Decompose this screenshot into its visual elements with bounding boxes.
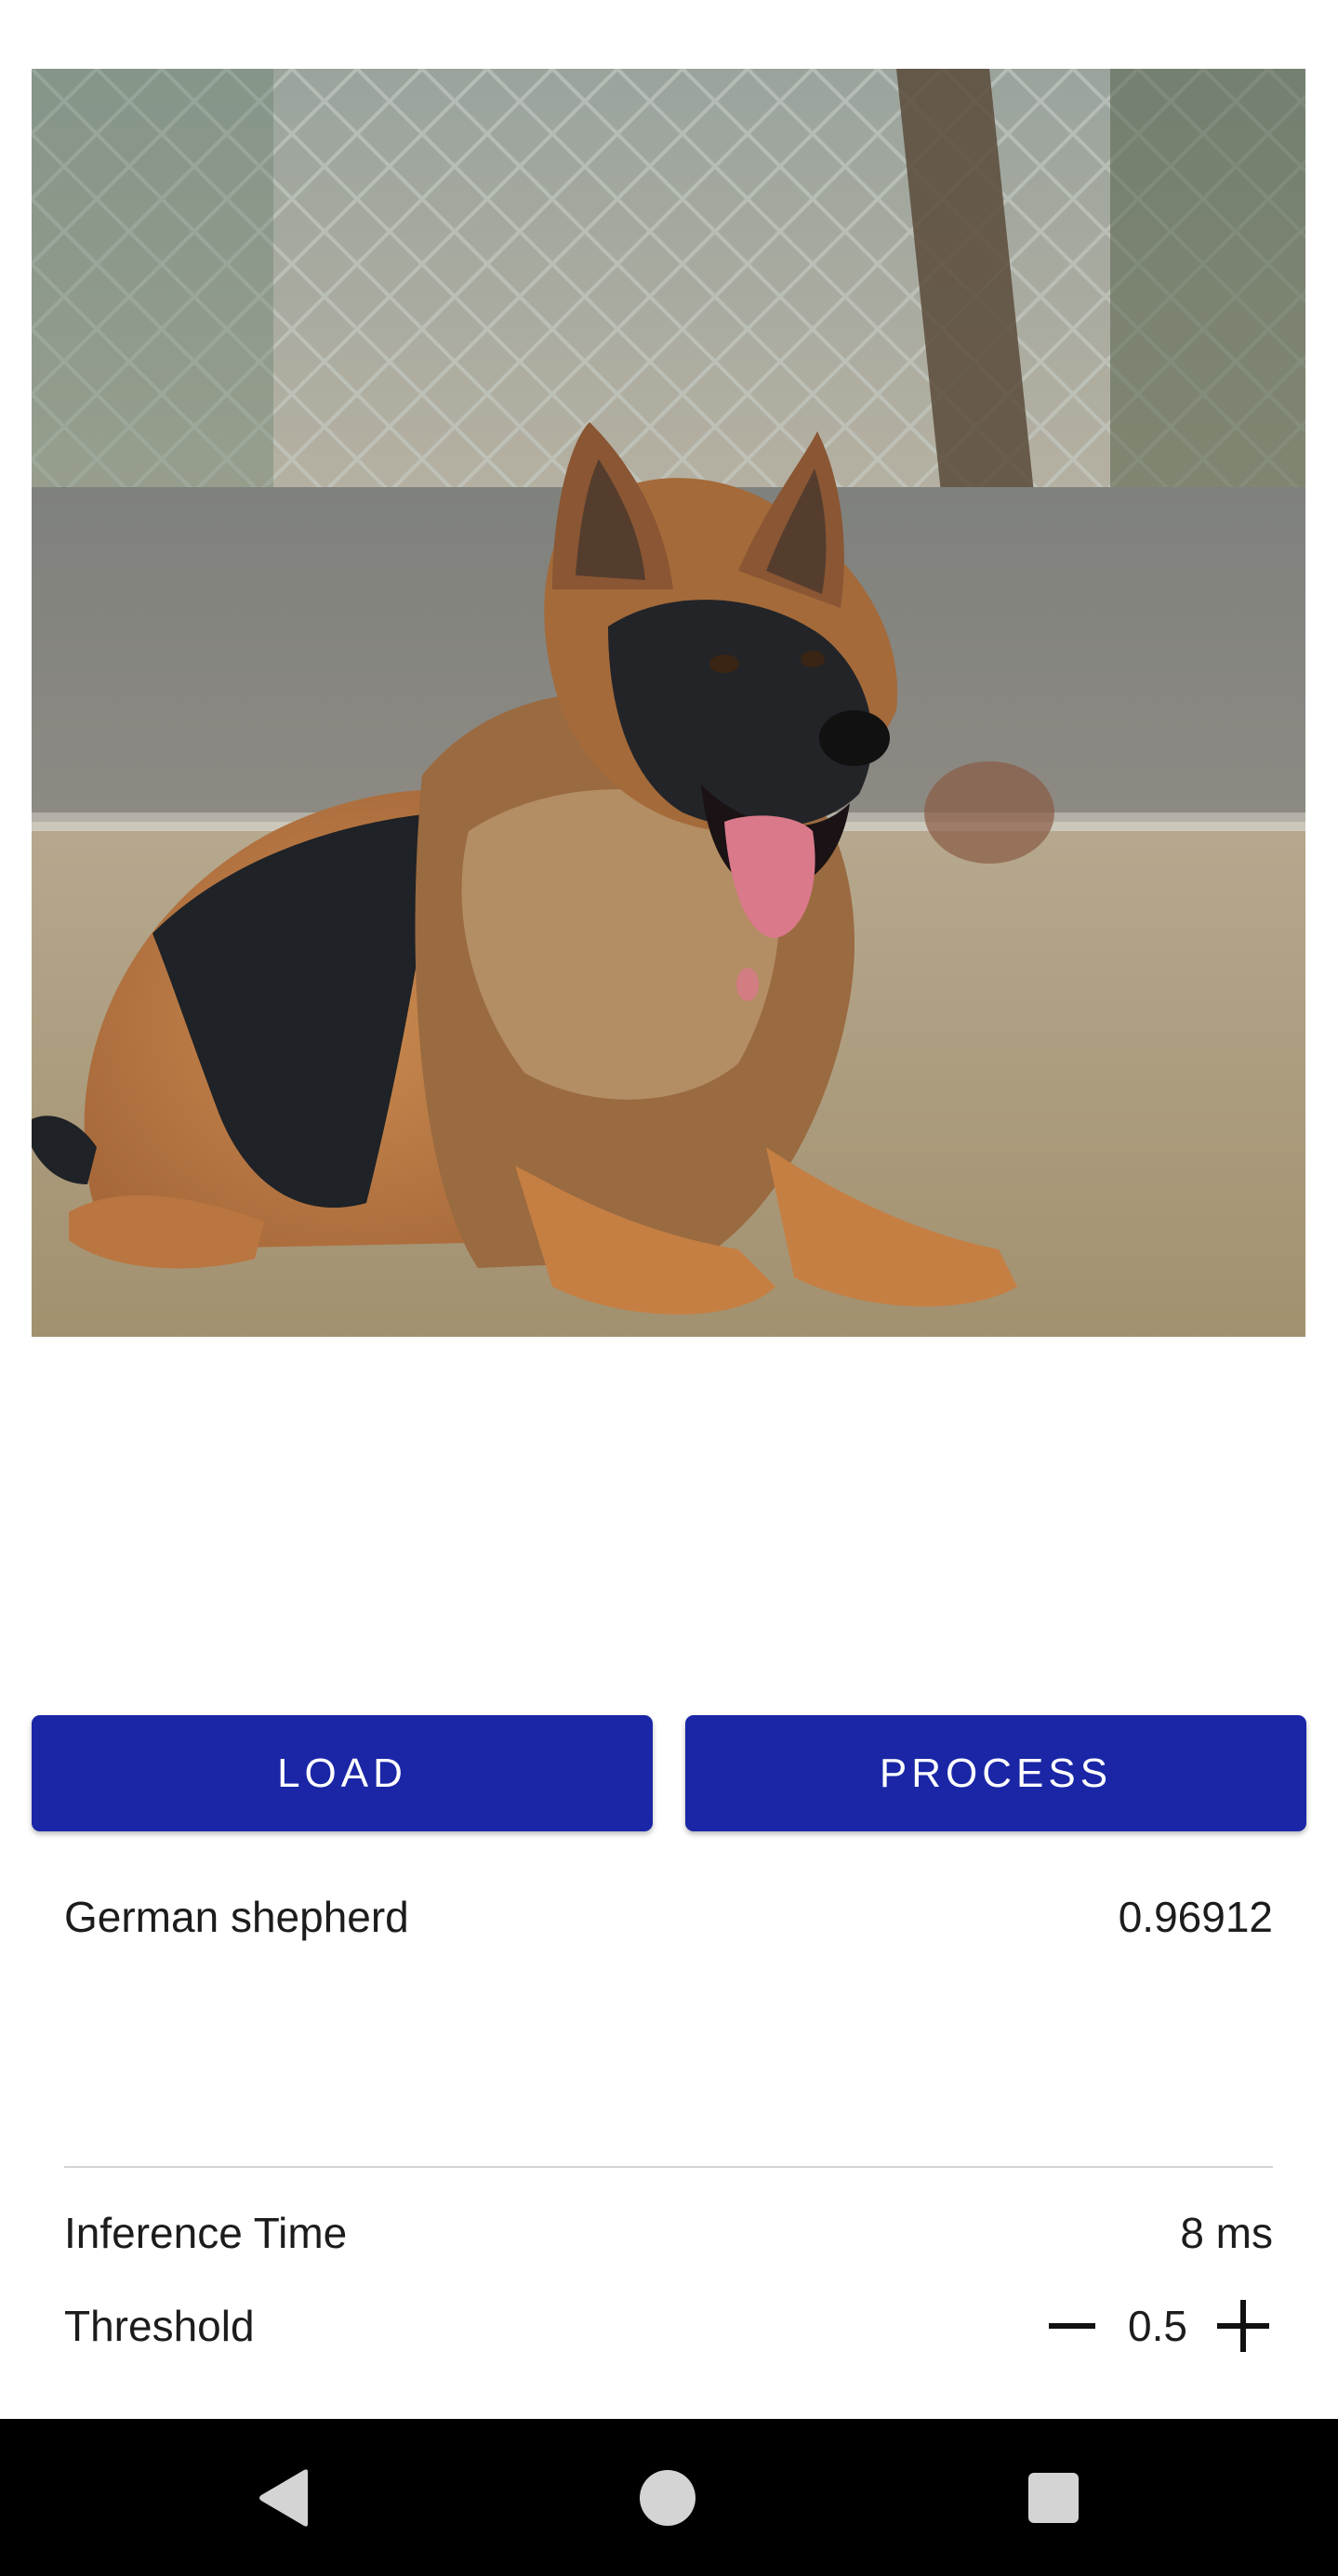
threshold-row: Threshold 0.5 [64, 2296, 1273, 2356]
nav-recents-button[interactable] [1012, 2456, 1095, 2540]
nav-back-button[interactable] [242, 2456, 325, 2540]
threshold-increase-button[interactable] [1213, 2296, 1273, 2356]
result-row: German shepherd 0.96912 [64, 1887, 1273, 1947]
input-image [32, 69, 1305, 1337]
threshold-value: 0.5 [1128, 2302, 1187, 2350]
divider [64, 2166, 1273, 2168]
nav-home-button[interactable] [626, 2456, 709, 2540]
load-button[interactable]: LOAD [32, 1715, 653, 1831]
plus-icon [1217, 2300, 1269, 2352]
system-navigation-bar [0, 2419, 1338, 2576]
inference-time-value: 8 ms [1180, 2209, 1273, 2257]
result-score: 0.96912 [1118, 1893, 1273, 1941]
threshold-label: Threshold [64, 2302, 255, 2350]
back-triangle-icon [259, 2468, 308, 2527]
inference-time-row: Inference Time 8 ms [64, 2203, 1273, 2263]
home-circle-icon [640, 2469, 695, 2526]
minus-icon [1049, 2323, 1095, 2329]
threshold-decrease-button[interactable] [1042, 2296, 1102, 2356]
dog-photo [32, 69, 1305, 1337]
threshold-stepper: 0.5 [1042, 2296, 1273, 2356]
recents-square-icon [1028, 2472, 1079, 2523]
result-label: German shepherd [64, 1893, 409, 1941]
process-button[interactable]: PROCESS [685, 1715, 1306, 1831]
inference-time-label: Inference Time [64, 2209, 348, 2257]
